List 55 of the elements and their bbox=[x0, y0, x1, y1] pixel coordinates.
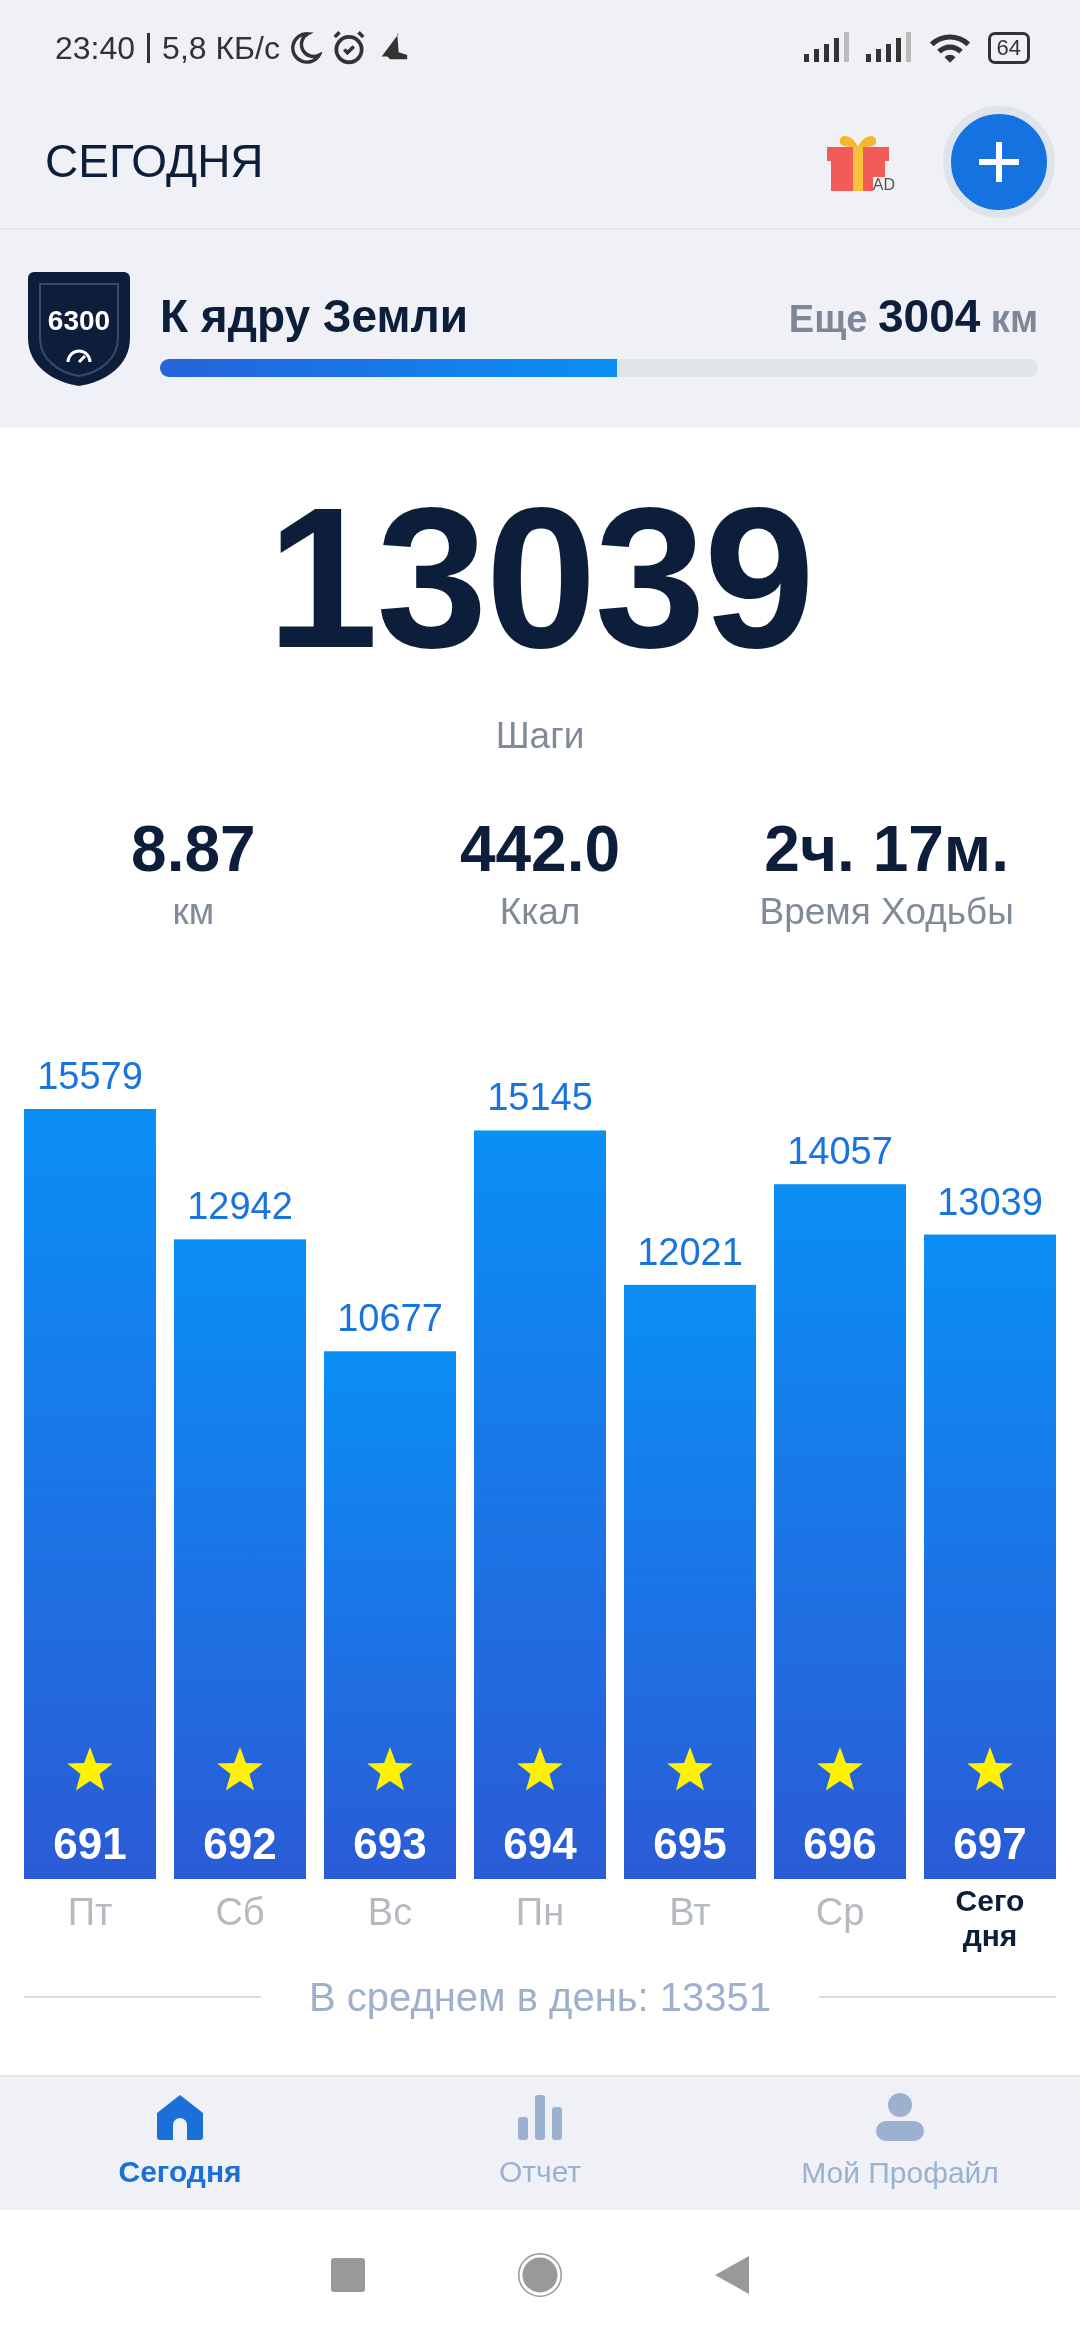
home-button[interactable] bbox=[515, 2250, 565, 2300]
bar-value: 15145 bbox=[487, 1076, 593, 1119]
moon-icon bbox=[288, 30, 322, 65]
bar[interactable] bbox=[624, 1285, 756, 1880]
gift-ad-button[interactable]: AD bbox=[824, 130, 895, 193]
day-label: Сегодня bbox=[955, 1884, 1025, 1954]
clock-time: 23:40 bbox=[55, 28, 136, 68]
stat-value: 8.87 bbox=[131, 813, 256, 884]
bar[interactable] bbox=[324, 1351, 456, 1880]
bar-value: 13039 bbox=[937, 1180, 1043, 1223]
badge-number: 6300 bbox=[47, 305, 111, 336]
bar-value: 12942 bbox=[187, 1185, 293, 1228]
plus-icon bbox=[977, 139, 1021, 184]
person-icon bbox=[875, 2092, 925, 2142]
bar-number: 695 bbox=[653, 1819, 727, 1869]
goal-title: К ядру Земли bbox=[160, 288, 469, 344]
page-title: СЕГОДНЯ bbox=[45, 134, 264, 189]
bar[interactable] bbox=[474, 1130, 606, 1880]
day-label: Ср bbox=[815, 1891, 865, 1934]
day-label: Пт bbox=[67, 1891, 113, 1934]
bar-value: 10677 bbox=[337, 1297, 443, 1340]
stat-label: км bbox=[172, 889, 215, 934]
stat-value: 442.0 bbox=[459, 813, 621, 884]
stat-label: Ккал bbox=[499, 889, 581, 934]
bar-value: 15579 bbox=[37, 1055, 143, 1098]
bar[interactable] bbox=[774, 1184, 906, 1880]
bar[interactable] bbox=[174, 1239, 306, 1880]
bar-number: 691 bbox=[53, 1819, 127, 1869]
day-label: Пн bbox=[515, 1891, 565, 1934]
remaining-distance: Еще 3004 км bbox=[788, 288, 1038, 344]
step-count: 13039 bbox=[266, 478, 814, 678]
bar-number: 696 bbox=[803, 1819, 877, 1869]
home-icon bbox=[155, 2093, 205, 2141]
network-speed: 5,8 КБ/с bbox=[162, 28, 280, 68]
back-button[interactable] bbox=[715, 2256, 749, 2294]
day-label: Сб bbox=[215, 1891, 265, 1934]
signal-icon bbox=[865, 31, 912, 64]
bar[interactable] bbox=[924, 1234, 1056, 1880]
day-label: Вс bbox=[367, 1891, 413, 1934]
bar-number: 697 bbox=[953, 1819, 1027, 1869]
bar-number: 694 bbox=[503, 1819, 577, 1869]
average-steps: В среднем в день: 13351 bbox=[309, 1967, 771, 2028]
battery-indicator: 64 bbox=[987, 31, 1030, 64]
stat-label: Время Ходьбы bbox=[759, 889, 1014, 934]
nav-tab[interactable]: Сегодня bbox=[0, 2077, 360, 2210]
bar-number: 693 bbox=[353, 1819, 427, 1869]
bar-chart-icon bbox=[516, 2093, 564, 2141]
bar-number: 692 bbox=[203, 1819, 277, 1869]
signal-icon bbox=[803, 31, 850, 64]
bar-value: 14057 bbox=[787, 1130, 893, 1173]
speedometer-icon bbox=[66, 349, 92, 364]
bar-value: 12021 bbox=[637, 1231, 743, 1274]
day-label: Вт bbox=[669, 1891, 711, 1934]
steps-label: Шаги bbox=[495, 714, 585, 758]
stat-value: 2ч. 17м. bbox=[764, 813, 1009, 884]
